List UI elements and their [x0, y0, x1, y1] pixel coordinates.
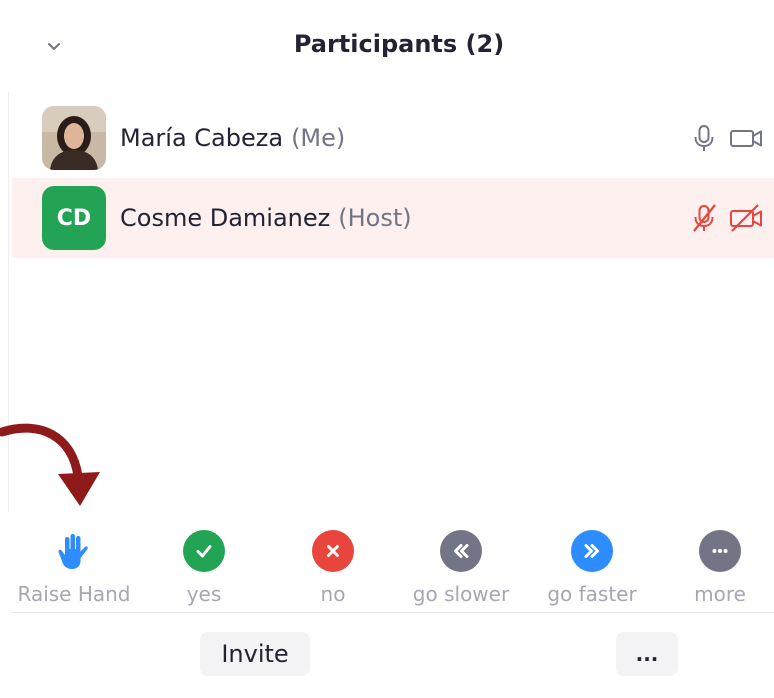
- participant-row[interactable]: María Cabeza (Me): [12, 98, 774, 178]
- raise-hand-button[interactable]: Raise Hand: [4, 520, 144, 606]
- mic-button[interactable]: [686, 120, 722, 156]
- participants-panel: Participants (2) María Cabeza (Me) CD Co…: [0, 0, 774, 698]
- no-button[interactable]: no: [293, 520, 373, 606]
- participant-name: María Cabeza: [120, 124, 284, 152]
- reaction-label: yes: [186, 582, 222, 606]
- mic-muted-icon: [693, 204, 716, 232]
- x-icon: [327, 545, 339, 557]
- avatar: CD: [42, 186, 106, 250]
- check-icon: [196, 545, 212, 558]
- reaction-label: Raise Hand: [17, 582, 131, 606]
- video-button[interactable]: [728, 200, 764, 236]
- avatar: [42, 106, 106, 170]
- more-reactions-button[interactable]: more: [680, 520, 760, 606]
- participant-name: Cosme Damianez: [120, 204, 331, 232]
- mic-button[interactable]: [686, 200, 722, 236]
- more-options-button[interactable]: ...: [616, 632, 678, 676]
- mic-icon: [694, 125, 714, 151]
- go-slower-button[interactable]: go slower: [404, 520, 518, 606]
- reaction-label: more: [694, 582, 746, 606]
- participant-role: (Host): [338, 204, 412, 232]
- rewind-icon: [454, 544, 469, 558]
- reaction-label: go faster: [547, 582, 637, 606]
- go-faster-button[interactable]: go faster: [536, 520, 648, 606]
- reaction-label: go slower: [412, 582, 510, 606]
- video-button[interactable]: [728, 120, 764, 156]
- invite-button[interactable]: Invite: [200, 632, 310, 676]
- participant-row[interactable]: CD Cosme Damianez (Host): [12, 178, 774, 258]
- video-off-icon: [730, 204, 762, 232]
- participant-role: (Me): [291, 124, 346, 152]
- reaction-label: no: [320, 582, 346, 606]
- reactions-bar: Raise Hand yes no go slower go faster mo…: [0, 520, 774, 612]
- curved-arrow-annotation: [0, 423, 100, 506]
- yes-button[interactable]: yes: [164, 520, 244, 606]
- raise-hand-icon: [58, 534, 88, 569]
- video-icon: [730, 130, 762, 147]
- fast-forward-icon: [584, 544, 599, 558]
- ellipsis-icon: [712, 549, 728, 553]
- footer-divider: [12, 612, 774, 613]
- panel-title: Participants (2): [293, 30, 505, 58]
- panel-header: Participants (2): [0, 0, 774, 92]
